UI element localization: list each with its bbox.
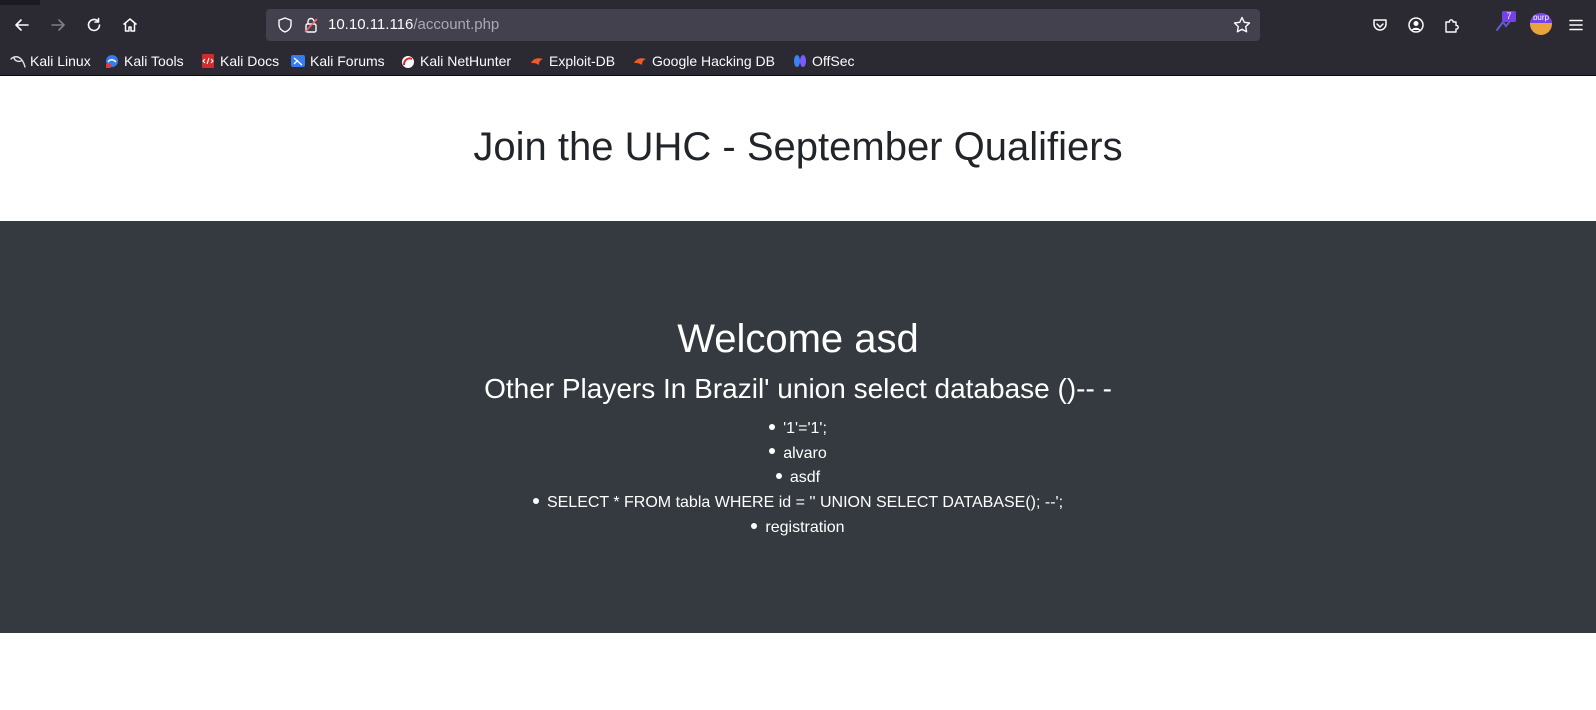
player-name: registration [765, 518, 845, 536]
players-section: Welcome asd Other Players In Brazil' uni… [0, 221, 1596, 633]
bookmark-kali-forums[interactable]: Kali Forums [290, 51, 385, 71]
list-item: asdf [0, 466, 1596, 491]
bookmark-label: Kali Forums [310, 53, 385, 69]
web-page: Join the UHC - September Qualifiers Welc… [0, 77, 1596, 710]
bookmark-label: Kali Tools [124, 53, 184, 69]
bookmark-kali-tools[interactable]: Kali Tools [104, 51, 184, 71]
bookmark-label: OffSec [812, 53, 855, 69]
reload-icon [87, 17, 101, 32]
bookmark-kali-docs[interactable]: Kali Docs [200, 51, 279, 71]
bookmark-star-icon[interactable] [1232, 15, 1252, 35]
list-item: registration [0, 516, 1596, 541]
pocket-icon [1373, 19, 1387, 31]
extension-badge: 7 [1502, 11, 1516, 22]
bookmark-label: Kali Docs [220, 53, 280, 69]
player-name: alvaro [783, 444, 827, 462]
bookmark-label: Exploit-DB [549, 53, 616, 69]
player-name: asdf [789, 469, 821, 487]
pocket-button[interactable] [1364, 9, 1396, 41]
bookmark-exploit-db[interactable]: Exploit-DB [529, 51, 615, 71]
back-button[interactable] [6, 9, 38, 41]
list-item: SELECT * FROM tabla WHERE id = '' UNION … [0, 491, 1596, 516]
player-name: SELECT * FROM tabla WHERE id = '' UNION … [546, 494, 1064, 512]
url-bar[interactable]: 10.10.11.116/account.php [266, 9, 1260, 41]
player-name: '1'='1'; [783, 420, 827, 437]
reload-button[interactable] [78, 9, 110, 41]
url-path: /account.php [413, 16, 500, 33]
account-button[interactable] [1400, 9, 1432, 41]
forward-arrow-icon [51, 19, 65, 31]
other-players-heading: Other Players In Brazil' union select da… [484, 373, 1112, 404]
list-item: alvaro [0, 442, 1596, 467]
url-host: 10.10.11.116 [328, 16, 414, 33]
puzzle-piece-icon [1445, 19, 1459, 33]
bookmark-label: Kali NetHunter [420, 53, 512, 69]
players-list: '1'='1'; alvaro asdf SELECT * FROM tabla… [0, 417, 1596, 541]
account-icon [1408, 17, 1424, 33]
url-text[interactable]: 10.10.11.116/account.php [328, 9, 499, 41]
ghdb-icon [632, 53, 648, 69]
hamburger-menu-icon [1569, 19, 1583, 31]
exploit-db-icon [529, 53, 545, 69]
insecure-lock-icon[interactable] [302, 16, 320, 34]
offsec-icon [792, 53, 808, 69]
bookmark-offsec[interactable]: OffSec [792, 51, 855, 71]
bookmark-kali-linux[interactable]: Kali Linux [10, 51, 91, 71]
extensions-button[interactable] [1436, 9, 1468, 41]
back-arrow-icon [15, 19, 29, 31]
bookmark-label: Kali Linux [30, 53, 91, 69]
burp-label: burp [1530, 13, 1552, 23]
page-title: Join the UHC - September Qualifiers [473, 125, 1123, 169]
nethunter-icon [400, 53, 416, 69]
navigation-toolbar: 10.10.11.116/account.php 7 burp [0, 5, 1596, 45]
page-header: Join the UHC - September Qualifiers [0, 77, 1596, 221]
menu-button[interactable] [1560, 9, 1592, 41]
tracking-protection-shield-icon[interactable] [276, 16, 294, 34]
kali-docs-icon [200, 53, 216, 69]
bookmark-kali-nethunter[interactable]: Kali NetHunter [400, 51, 511, 71]
kali-forums-icon [290, 53, 306, 69]
list-item: '1'='1'; [0, 417, 1596, 442]
bookmark-google-hacking-db[interactable]: Google Hacking DB [632, 51, 775, 71]
welcome-heading: Welcome asd [677, 317, 919, 361]
forward-button[interactable] [42, 9, 74, 41]
home-button[interactable] [114, 9, 146, 41]
burp-extension-button[interactable]: burp [1530, 13, 1552, 35]
home-icon [123, 18, 137, 32]
bookmark-label: Google Hacking DB [652, 53, 775, 69]
bookmarks-toolbar: Kali Linux Kali Tools Kali Docs Kali For… [0, 45, 1596, 76]
kali-dragon-icon [10, 53, 26, 69]
kali-tools-icon [104, 53, 120, 69]
